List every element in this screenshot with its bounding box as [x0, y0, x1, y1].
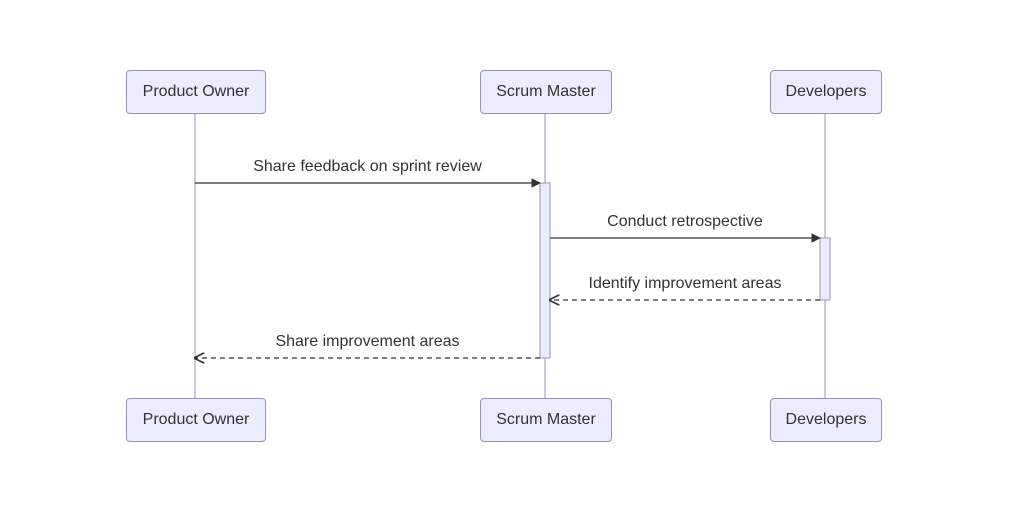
participant-label: Product Owner [143, 411, 250, 429]
activation-developers [820, 238, 830, 300]
participant-developers-top: Developers [770, 70, 882, 114]
message-label-m1: Share feedback on sprint review [195, 158, 540, 176]
activation-scrum-master [540, 183, 550, 358]
participant-label: Scrum Master [496, 83, 596, 101]
message-label-m3: Identify improvement areas [550, 275, 820, 293]
participant-label: Developers [786, 83, 867, 101]
message-label-m2: Conduct retrospective [550, 213, 820, 231]
participant-scrum-master-top: Scrum Master [480, 70, 612, 114]
participant-label: Scrum Master [496, 411, 596, 429]
participant-developers-bottom: Developers [770, 398, 882, 442]
message-label-m4: Share improvement areas [195, 333, 540, 351]
participant-product-owner-bottom: Product Owner [126, 398, 266, 442]
participant-product-owner-top: Product Owner [126, 70, 266, 114]
participant-label: Product Owner [143, 83, 250, 101]
participant-scrum-master-bottom: Scrum Master [480, 398, 612, 442]
participant-label: Developers [786, 411, 867, 429]
